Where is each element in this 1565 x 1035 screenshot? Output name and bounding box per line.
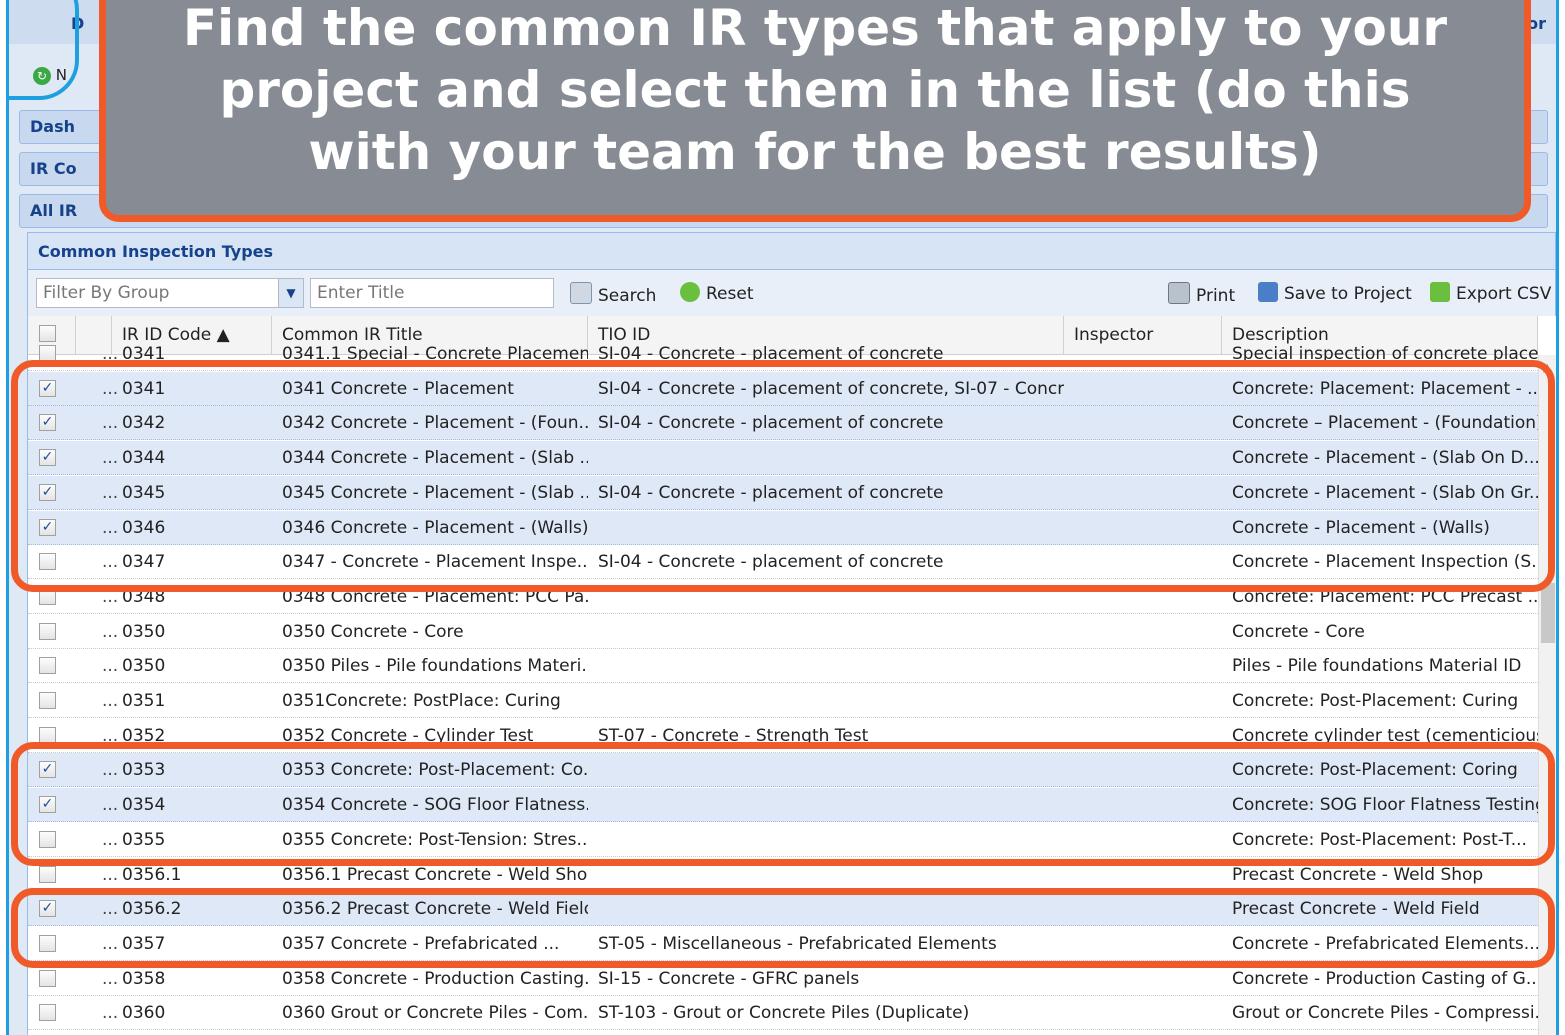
reset-icon (680, 282, 700, 302)
print-label: Print (1196, 286, 1236, 306)
cell-inspector (1064, 996, 1222, 1030)
printer-icon (1168, 282, 1190, 304)
search-label: Search (598, 286, 657, 306)
cell-tio-id (588, 649, 1064, 683)
cell-inspector (1064, 649, 1222, 683)
reset-label: Reset (706, 284, 754, 304)
export-csv-button[interactable]: Export CSV (1430, 282, 1551, 304)
highlight-box-placement (11, 360, 1555, 592)
cell-tio-id (588, 684, 1064, 718)
cell-ir-id-code: 0351 (122, 691, 166, 711)
tab-all-ir-label: All IR (30, 201, 78, 220)
export-icon (1430, 282, 1450, 302)
callout-line-2: project and select them in the list (do … (219, 61, 1411, 119)
highlight-box-weld-field (11, 888, 1555, 968)
export-csv-label: Export CSV (1456, 284, 1552, 304)
cell-description: Concrete - Core (1232, 621, 1365, 642)
panel-title: Common Inspection Types (27, 232, 1556, 270)
callout-line-1: Find the common IR types that apply to y… (182, 0, 1448, 57)
cell-ir-id-code: 0350 (122, 621, 166, 642)
save-to-project-label: Save to Project (1284, 284, 1412, 304)
grid-toolbar: Filter By Group ▼ Enter Title Search Res… (27, 270, 1556, 316)
cell-inspector (1064, 684, 1222, 718)
filter-group-select[interactable]: Filter By Group ▼ (36, 278, 304, 308)
table-row[interactable]: ... 0350 0350 Piles - Pile foundations Mat… (28, 649, 1538, 684)
scroll-thumb[interactable] (1541, 583, 1555, 643)
row-checkbox[interactable] (39, 692, 56, 709)
cell-ir-id-code: 0360 (122, 1003, 166, 1024)
search-icon (570, 282, 592, 304)
table-row[interactable]: ... 0350 0350 Concrete - Core Concrete - Co… (28, 615, 1538, 649)
cell-description: Piles - Pile foundations Material ID (1232, 656, 1522, 677)
cell-description: Grout or Concrete Piles - Compressi... (1232, 1003, 1538, 1024)
cell-inspector (1064, 615, 1222, 649)
row-checkbox[interactable] (39, 969, 56, 987)
chevron-down-icon[interactable]: ▼ (278, 279, 303, 307)
cell-common-ir-title: 0350 Concrete - Core (282, 621, 464, 642)
callout-line-3: with your team for the best results) (308, 123, 1322, 181)
tab-ir-common-label: IR Co (30, 159, 77, 178)
title-search-input[interactable]: Enter Title (310, 278, 554, 308)
cell-tio-id: ST-103 - Grout or Concrete Piles (Duplic… (598, 1003, 970, 1024)
row-checkbox[interactable] (39, 657, 56, 675)
table-row[interactable]: ... 0360 0360 Grout or Concrete Piles - Co… (28, 996, 1538, 1031)
save-to-project-button[interactable]: Save to Project (1258, 282, 1412, 304)
decorative-arc (9, 0, 79, 100)
app-window: D or ↻ N Dash IR Co All IR Common Inspec… (6, 0, 1559, 1035)
search-button[interactable]: Search (570, 282, 656, 306)
cell-description: Concrete: Post-Placement: Curing (1232, 691, 1519, 711)
floppy-disk-icon (1258, 282, 1278, 302)
row-checkbox[interactable] (39, 1004, 56, 1022)
reset-button[interactable]: Reset (680, 282, 754, 304)
filter-group-placeholder: Filter By Group (43, 283, 170, 303)
cell-common-ir-title: 0360 Grout or Concrete Piles - Com... (282, 1003, 588, 1024)
highlight-box-post-placement (11, 742, 1555, 866)
cell-common-ir-title: 0351Concrete: PostPlace: Curing (282, 691, 561, 711)
cell-tio-id (588, 615, 1064, 649)
instruction-callout: Find the common IR types that apply to y… (99, 0, 1531, 222)
table-row[interactable]: ... 0351 0351Concrete: PostPlace: Curing Co… (28, 684, 1538, 718)
row-checkbox[interactable] (39, 622, 56, 640)
cell-common-ir-title: 0350 Piles - Pile foundations Materi... (282, 656, 588, 677)
row-checkbox[interactable] (39, 865, 56, 883)
cell-ir-id-code: 0350 (122, 656, 166, 677)
tab-dashboard-label: Dash (30, 117, 75, 136)
print-button[interactable]: Print (1168, 282, 1235, 306)
